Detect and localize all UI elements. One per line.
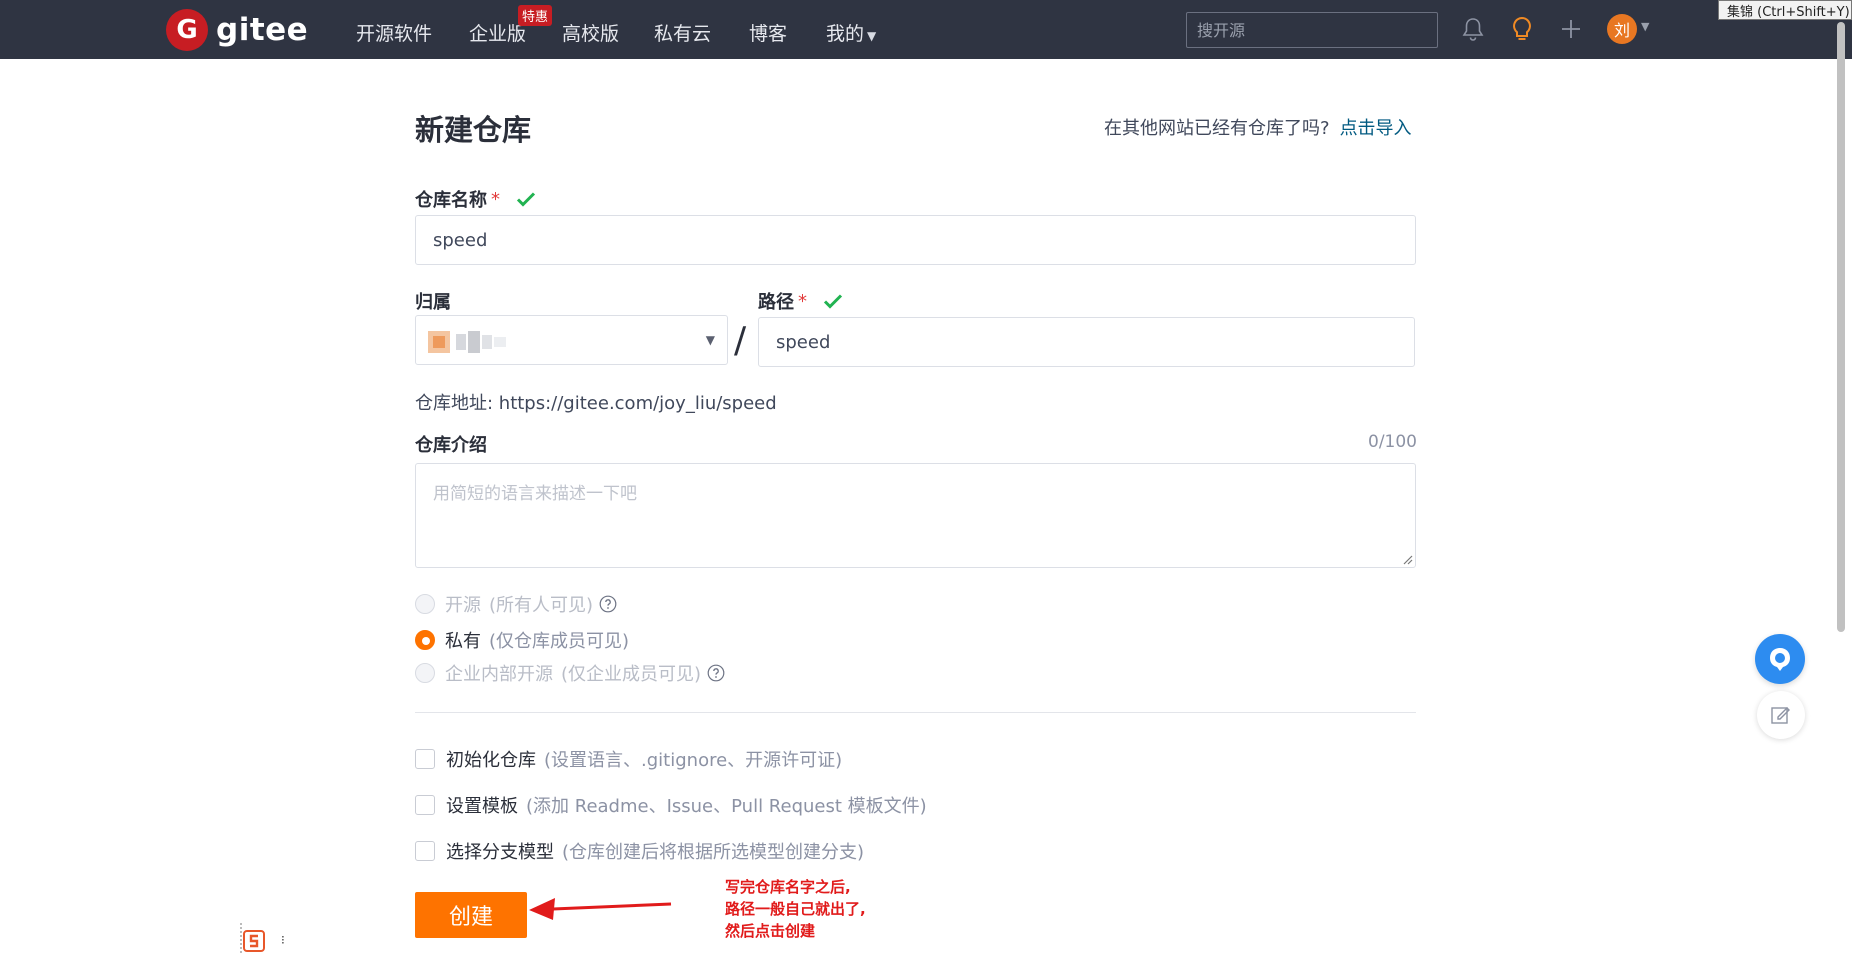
divider (415, 712, 1416, 713)
radio-public-hint: (所有人可见) (489, 595, 594, 616)
radio-circle-selected[interactable] (415, 630, 435, 650)
option-branch-hint: (仓库创建后将根据所选模型创建分支) (562, 842, 865, 863)
gitee-logo[interactable]: G gitee (166, 9, 308, 51)
scroll-thumb[interactable] (1837, 22, 1845, 632)
option-template-label: 设置模板 (446, 796, 518, 817)
option-template[interactable]: 设置模板 (添加 Readme、Issue、Pull Request 模板文件) (415, 792, 927, 818)
promo-badge: 特惠 (518, 5, 553, 26)
owner-avatar-blurred (428, 331, 506, 353)
annotation-note: 写完仓库名字之后, 路径一般自己就出了, 然后点击创建 (725, 876, 866, 942)
annotation-arrow (529, 898, 672, 920)
required-mark: * (491, 188, 500, 210)
checkmark-icon (516, 191, 536, 207)
path-label-text: 路径 (758, 292, 794, 313)
path-label: 路径 * (758, 288, 843, 314)
bell-icon[interactable] (1459, 15, 1487, 43)
nav-mine-label: 我的 (826, 23, 865, 45)
checkbox[interactable] (415, 749, 435, 769)
description-placeholder: 用简短的语言来描述一下吧 (433, 484, 637, 504)
nav-mine-menu[interactable]: 我的 ▼ (826, 19, 876, 46)
radio-enterprise-label: 企业内部开源 (445, 664, 553, 685)
repo-address: 仓库地址: https://gitee.com/joy_liu/speed (415, 393, 777, 414)
radio-public-label: 开源 (445, 595, 481, 616)
option-init-label: 初始化仓库 (446, 750, 536, 771)
radio-public[interactable]: 开源 (所有人可见) (415, 591, 617, 617)
top-navbar: G gitee 开源软件 企业版 特惠 高校版 私有云 博客 我的▼ 刘 ▼ (0, 0, 1852, 59)
question-icon[interactable] (707, 664, 725, 682)
checkbox[interactable] (415, 795, 435, 815)
caret-down-icon: ▼ (867, 29, 877, 43)
page-title: 新建仓库 (415, 113, 532, 147)
radio-enterprise-hint: (仅企业成员可见) (561, 664, 702, 685)
lightbulb-icon[interactable] (1508, 15, 1536, 43)
ime-menu-icon[interactable]: ⁝ (281, 933, 285, 947)
caret-down-icon: ▼ (705, 333, 715, 347)
import-hint: 在其他网站已经有仓库了吗? 点击导入 (1104, 114, 1412, 140)
support-chat-button[interactable] (1755, 634, 1805, 684)
option-init-hint: (设置语言、.gitignore、开源许可证) (544, 750, 843, 771)
nav-private-cloud[interactable]: 私有云 (654, 19, 711, 46)
repo-name-label: 仓库名称 * (415, 186, 536, 212)
option-branch-label: 选择分支模型 (446, 842, 554, 863)
annotation-line: 写完仓库名字之后, (725, 878, 851, 896)
gitee-logo-icon: G (166, 9, 208, 51)
repo-name-input[interactable]: speed (415, 215, 1416, 265)
option-init-repo[interactable]: 初始化仓库 (设置语言、.gitignore、开源许可证) (415, 746, 842, 772)
required-mark: * (798, 290, 807, 312)
radio-circle[interactable] (415, 663, 435, 683)
description-textarea[interactable]: 用简短的语言来描述一下吧 (415, 463, 1416, 568)
resize-handle-icon[interactable] (1402, 554, 1413, 565)
radio-private-label: 私有 (445, 631, 481, 652)
edit-icon (1771, 707, 1790, 724)
feedback-button[interactable] (1757, 691, 1805, 739)
annotation-line: 路径一般自己就出了, (725, 900, 866, 918)
question-icon[interactable] (599, 595, 617, 613)
checkmark-icon (823, 293, 843, 309)
radio-circle[interactable] (415, 594, 435, 614)
radio-enterprise-internal[interactable]: 企业内部开源 (仅企业成员可见) (415, 660, 725, 686)
import-hint-text: 在其他网站已经有仓库了吗? (1104, 118, 1330, 139)
chat-bubble-icon (1770, 648, 1790, 671)
search-input[interactable] (1186, 12, 1438, 48)
logo-text: gitee (216, 12, 309, 48)
description-label: 仓库介绍 (415, 435, 487, 456)
browser-tooltip: 集锦 (Ctrl+Shift+Y) (1718, 0, 1852, 20)
nav-blog[interactable]: 博客 (749, 19, 787, 46)
radio-private-hint: (仅仓库成员可见) (489, 631, 630, 652)
path-separator: / (734, 320, 747, 361)
owner-label: 归属 (415, 292, 451, 313)
nav-open-source[interactable]: 开源软件 (356, 19, 432, 46)
import-link[interactable]: 点击导入 (1340, 118, 1412, 139)
radio-private[interactable]: 私有 (仅仓库成员可见) (415, 627, 629, 653)
owner-select[interactable]: ▼ (415, 315, 728, 365)
description-counter: 0/100 (1368, 432, 1417, 452)
annotation-line: 然后点击创建 (725, 922, 816, 940)
scrollbar[interactable] (1834, 20, 1848, 954)
repo-name-label-text: 仓库名称 (415, 190, 487, 211)
avatar[interactable]: 刘 (1607, 14, 1637, 44)
nav-education[interactable]: 高校版 (562, 19, 619, 46)
plus-icon[interactable] (1557, 15, 1585, 43)
path-input[interactable]: speed (758, 317, 1415, 367)
option-branch-model[interactable]: 选择分支模型 (仓库创建后将根据所选模型创建分支) (415, 838, 864, 864)
option-template-hint: (添加 Readme、Issue、Pull Request 模板文件) (526, 796, 927, 817)
ime-s-icon[interactable] (242, 929, 266, 953)
create-button[interactable]: 创建 (415, 892, 527, 938)
checkbox[interactable] (415, 841, 435, 861)
avatar-caret-icon[interactable]: ▼ (1641, 20, 1649, 33)
